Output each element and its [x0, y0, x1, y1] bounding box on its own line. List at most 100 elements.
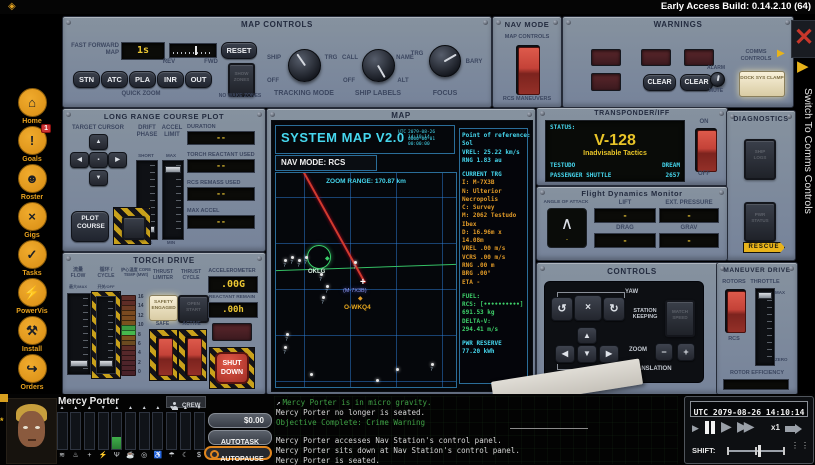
- thrust-cycle-label: THRUST CYCLE: [177, 269, 205, 281]
- pause-button[interactable]: [705, 421, 716, 434]
- info-line: VCRS .00 m/s: [462, 254, 525, 262]
- translate-left-button[interactable]: ◀: [555, 345, 575, 363]
- yaw-ccw-button[interactable]: ↺: [551, 297, 573, 321]
- yaw-cw-button[interactable]: ↻: [603, 297, 625, 321]
- close-button[interactable]: ✕: [791, 20, 815, 58]
- fwd-label: FWD: [201, 59, 221, 66]
- dock-sys-clamp-button[interactable]: DOCK SYS CLAMP: [739, 71, 785, 97]
- ship-name-readout: Inadvisable Tactics: [546, 150, 684, 157]
- quick-zoom-atc-button[interactable]: ATC: [101, 71, 128, 88]
- step-button[interactable]: ▶: [692, 423, 699, 434]
- cursor-right-button[interactable]: ▶: [108, 152, 127, 168]
- active-switch[interactable]: [185, 336, 202, 376]
- zoom-out-button[interactable]: −: [655, 343, 673, 361]
- ship-logs-button[interactable]: SHIP LOGS: [744, 139, 776, 180]
- station-keeping-button[interactable]: MATCHSPEED: [665, 300, 695, 337]
- throttle-slider[interactable]: [755, 288, 775, 366]
- crew-portrait[interactable]: [6, 398, 57, 464]
- cycle-slider[interactable]: [96, 296, 116, 374]
- alarm-mute-knob[interactable]: [710, 72, 725, 87]
- tracking-mode-knob[interactable]: [288, 49, 321, 82]
- map-view[interactable]: ZOOM RANGE: 170.87 km ◆ OKLG + (M-7X3B) …: [275, 172, 457, 388]
- quick-zoom-stn-button[interactable]: STN: [73, 71, 100, 88]
- mute-label: MUTE: [703, 88, 729, 94]
- sidebar-item-orders[interactable]: ↪Orders: [10, 354, 54, 391]
- autotask-button[interactable]: AUTOTASK: [208, 430, 272, 445]
- reset-button[interactable]: RESET: [221, 42, 257, 59]
- event-log: ↗Mercy Porter is in micro gravity.Mercy …: [274, 396, 678, 464]
- sidebar-item-install[interactable]: ⚒Install: [10, 316, 54, 353]
- info-line: Point of reference:: [462, 132, 525, 140]
- sidebar-item-powervis[interactable]: ⚡PowerVis: [10, 278, 54, 315]
- fast-forward-button[interactable]: ▶▶: [737, 418, 751, 435]
- temperature-icon: +: [83, 451, 95, 460]
- hygiene-icon: ☂: [166, 451, 178, 460]
- map-contact-dot: [376, 379, 379, 382]
- flow-label: 流量 FLOW: [65, 267, 91, 279]
- skip-button[interactable]: [785, 424, 805, 434]
- sidebar-item-roster[interactable]: ☻Roster: [10, 164, 54, 201]
- shift-label: SHIFT:: [692, 446, 715, 455]
- cursor-center-button[interactable]: ▪: [89, 152, 108, 168]
- throttle-label: THROTTLE: [749, 279, 781, 286]
- quick-zoom-pla-button[interactable]: PLA: [129, 71, 156, 88]
- zoom-in-button[interactable]: +: [677, 343, 695, 361]
- core-temp-scale-label: 14: [138, 303, 148, 309]
- shift-handle[interactable]: [758, 445, 761, 457]
- cursor-up-button[interactable]: ▲: [89, 134, 108, 150]
- focus-knob[interactable]: [429, 45, 461, 77]
- cursor-down-button[interactable]: ▼: [89, 170, 108, 186]
- no-wake-zones-button[interactable]: SHOWZONES: [228, 63, 255, 97]
- yaw-kill-button[interactable]: ×: [574, 295, 602, 321]
- sidebar-item-gigs[interactable]: ×Gigs: [10, 202, 54, 239]
- readout-label: RCS REMASS USED: [187, 180, 261, 186]
- tracking-trg-label: TRG: [321, 55, 341, 62]
- panel-title: MAP CONTROLS: [63, 20, 491, 29]
- pwr-status-button[interactable]: PWR STATUS: [744, 202, 776, 242]
- transponder-switch[interactable]: [695, 128, 717, 172]
- quick-zoom-inr-button[interactable]: INR: [157, 71, 184, 88]
- accel-limit-slider[interactable]: [162, 160, 184, 240]
- quick-zoom-out-button[interactable]: OUT: [185, 71, 212, 88]
- money-button[interactable]: $0.00: [208, 413, 272, 428]
- course-commit-button[interactable]: [122, 216, 146, 240]
- install-icon: ⚒: [18, 316, 47, 345]
- menu-icon[interactable]: [0, 394, 8, 402]
- autopause-button[interactable]: AUTOPAUSE: [204, 446, 272, 460]
- cursor-left-button[interactable]: ◀: [70, 152, 89, 168]
- sidebar-item-home[interactable]: ⌂Home: [10, 88, 54, 125]
- warning-lamp: [641, 49, 671, 66]
- ship-labels-knob[interactable]: [362, 49, 395, 82]
- nav-mode-switch[interactable]: [516, 45, 540, 95]
- thrust-cycle-button[interactable]: OPENSTART: [178, 295, 209, 323]
- translate-right-button[interactable]: ▶: [599, 345, 619, 363]
- clear-button[interactable]: CLEAR: [643, 74, 676, 91]
- sidebar-item-tasks[interactable]: ✓Tasks: [10, 240, 54, 277]
- safe-switch[interactable]: [156, 336, 173, 376]
- rotors-switch[interactable]: [725, 289, 746, 333]
- fast-forward-slider[interactable]: [169, 43, 217, 58]
- slider-handle[interactable]: [195, 46, 197, 55]
- shift-tick: [783, 447, 785, 455]
- core-temp-scale-label: 10: [138, 322, 148, 328]
- close-icon: ✕: [794, 24, 814, 51]
- stat-bar: [139, 412, 150, 450]
- tasks-icon: ✓: [18, 240, 47, 269]
- core-temp-scale-label: 6: [138, 341, 148, 347]
- translate-up-button[interactable]: ▲: [577, 327, 597, 344]
- translate-down-button[interactable]: ▼: [577, 345, 597, 363]
- log-line: Mercy Porter no longer is seated.: [276, 408, 425, 417]
- shutdown-button[interactable]: SHUT DOWN: [215, 352, 249, 384]
- money-label: $0.00: [244, 416, 264, 425]
- play-button[interactable]: ▶: [721, 418, 732, 435]
- sidebar-item-goals[interactable]: !Goals1: [10, 126, 54, 163]
- diagnostics-panel: DIAGNOSTICS SHIP LOGS PWR STATUS RESCUE: [726, 110, 796, 261]
- flow-slider[interactable]: [67, 293, 91, 375]
- shift-slider[interactable]: [727, 443, 785, 457]
- log-line: Objective Complete: Crime Warning: [276, 418, 425, 427]
- switch-to-comms-tab[interactable]: Switch To Comms Controls: [797, 88, 814, 268]
- plot-course-button[interactable]: PLOT COURSE: [71, 211, 109, 242]
- safety-engaged-button[interactable]: SAFETY ENGAGED: [149, 295, 178, 321]
- info-line: Sol: [462, 140, 525, 148]
- stat-bladder: ▲◎: [138, 405, 150, 463]
